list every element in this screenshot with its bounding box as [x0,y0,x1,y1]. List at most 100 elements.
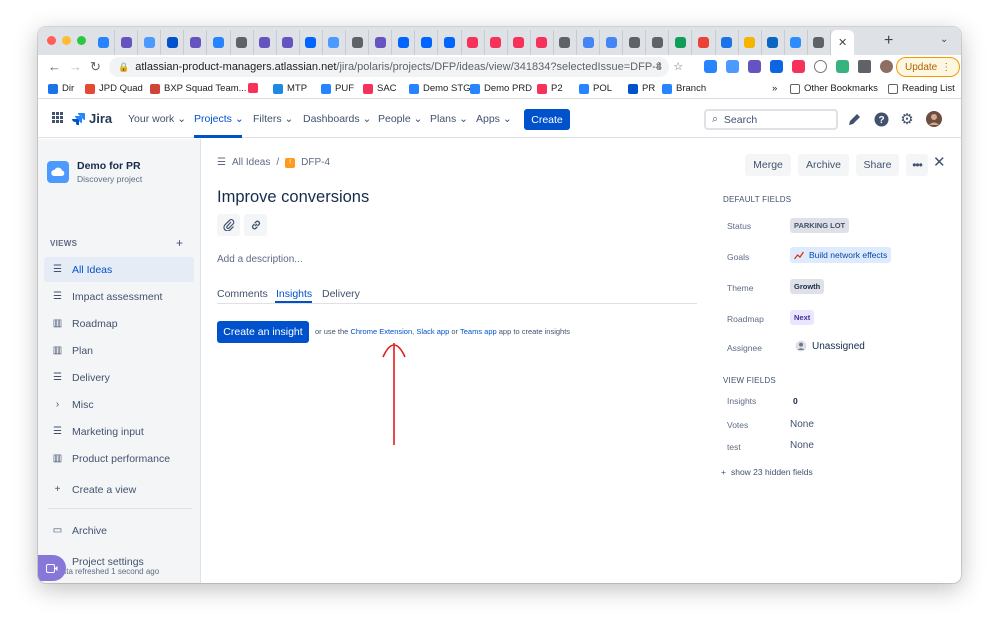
share-button[interactable]: Share [856,154,899,176]
browser-tab[interactable] [577,30,601,55]
bookmark-item[interactable]: JPD Quad [85,83,143,94]
browser-tab[interactable] [669,30,693,55]
help-icon[interactable]: ? [873,111,889,127]
browser-tab[interactable] [184,30,208,55]
other-bookmarks[interactable]: Other Bookmarks [790,83,878,94]
update-button[interactable]: Update ⋮ [896,57,961,77]
browser-tab[interactable] [808,30,831,55]
tab-comments[interactable]: Comments [217,288,268,300]
profile-avatar-icon[interactable] [880,60,893,73]
sidebar-item-roadmap[interactable]: ▥ Roadmap [44,311,194,336]
browser-tab[interactable] [600,30,624,55]
bookmark-item[interactable]: BXP Squad Team... [150,83,247,94]
bookmarks-overflow[interactable]: » [772,83,777,94]
merge-button[interactable]: Merge [745,154,791,176]
nav-dashboards[interactable]: Dashboards ⌄ [303,113,371,125]
sidebar-item-plan[interactable]: ▥ Plan [44,338,194,363]
browser-tab[interactable] [438,30,462,55]
bookmark-item[interactable]: SAC [363,83,397,94]
bookmark-item[interactable]: MTP [273,83,307,94]
browser-tab[interactable] [785,30,808,55]
app-switcher-icon[interactable] [52,112,63,123]
attachment-icon[interactable] [217,214,240,236]
votes-value[interactable]: None [790,419,814,430]
bookmark-star-icon[interactable]: ☆ [673,60,683,73]
nav-your-work[interactable]: Your work ⌄ [128,113,186,125]
assignee-value[interactable]: Unassigned [795,340,865,352]
sidebar-item-all-ideas[interactable]: ☰ All Ideas [44,257,194,282]
roadmap-value[interactable]: Next [790,310,815,325]
bookmark-item[interactable]: Demo STG [409,83,471,94]
link-icon[interactable] [244,214,267,236]
address-bar[interactable]: 🔒 atlassian-product-managers.atlassian.n… [109,57,669,77]
browser-tab[interactable] [138,30,162,55]
bookmark-item[interactable]: Dir [48,83,74,94]
slack-app-link[interactable]: Slack app [416,327,449,336]
create-button[interactable]: Create [524,109,570,130]
puzzle-icon[interactable] [858,60,871,73]
browser-tab[interactable] [254,30,277,55]
reading-list[interactable]: Reading List [888,83,955,94]
browser-tab[interactable] [369,30,393,55]
create-insight-button[interactable]: Create an insight [217,321,309,343]
tab-insights[interactable]: Insights [276,288,312,300]
browser-tab[interactable] [207,30,231,55]
search-input[interactable]: ⌕ Search [704,109,838,130]
user-avatar[interactable] [926,111,942,127]
close-icon[interactable]: ✕ [933,153,946,171]
browser-tab[interactable] [554,30,577,55]
goals-value[interactable]: Build network effects [790,247,892,263]
video-record-button[interactable] [38,555,66,581]
jira-logo[interactable]: Jira [72,111,112,126]
chrome-extension-link[interactable]: Chrome Extension [350,327,412,336]
test-value[interactable]: None [790,440,814,451]
nav-projects[interactable]: Projects ⌄ [194,113,244,125]
add-view-plus-icon[interactable]: + [176,236,183,250]
issue-title[interactable]: Improve conversions [217,188,369,207]
share-page-icon[interactable]: ⇪ [654,60,663,73]
close-window-button[interactable] [47,36,56,45]
browser-tab[interactable] [531,30,554,55]
tab-delivery[interactable]: Delivery [322,288,360,300]
browser-tab[interactable] [277,30,300,55]
bookmark-item[interactable] [248,83,262,93]
back-icon[interactable]: ← [48,59,61,74]
browser-tab-active[interactable]: ✕ [831,30,855,55]
extension-icon[interactable] [814,60,827,73]
browser-tab[interactable] [716,30,739,55]
browser-tab[interactable] [300,30,323,55]
sidebar-item-create-view[interactable]: + Create a view [44,477,194,502]
browser-tab[interactable] [623,30,647,55]
maximize-window-button[interactable] [77,36,86,45]
extension-icon[interactable] [792,60,805,73]
minimize-window-button[interactable] [62,36,71,45]
settings-gear-icon[interactable]: ⚙ [899,111,915,128]
more-actions-icon[interactable]: ••• [906,154,928,176]
extension-icon[interactable] [770,60,783,73]
project-avatar-icon[interactable] [47,161,69,183]
nav-apps[interactable]: Apps ⌄ [476,113,512,125]
bookmark-item[interactable]: PR [628,83,655,94]
bookmark-item[interactable]: Branch [662,83,706,94]
extension-icon[interactable] [726,60,739,73]
breadcrumb-issue-key[interactable]: DFP-4 [301,157,330,168]
archive-button[interactable]: Archive [798,154,849,176]
new-tab-button[interactable]: + [884,32,893,50]
browser-tab[interactable] [692,30,716,55]
theme-value[interactable]: Growth [790,279,825,294]
browser-tab[interactable] [462,30,485,55]
browser-tab[interactable] [161,30,185,55]
sidebar-item-misc[interactable]: › Misc [44,392,194,417]
extension-icon[interactable] [748,60,761,73]
status-value[interactable]: PARKING LOT [790,218,850,233]
show-hidden-fields-button[interactable]: + show 23 hidden fields [721,467,813,477]
teams-app-link[interactable]: Teams app [460,327,497,336]
extension-icon[interactable] [704,60,717,73]
sidebar-item-impact-assessment[interactable]: ☰ Impact assessment [44,284,194,309]
browser-tab[interactable] [323,30,347,55]
close-tab-icon[interactable]: ✕ [838,36,847,49]
description-field[interactable]: Add a description... [217,254,303,265]
breadcrumb-all-ideas[interactable]: All Ideas [232,157,270,168]
sidebar-item-product-performance[interactable]: ▥ Product performance [44,446,194,471]
nav-filters[interactable]: Filters ⌄ [253,113,293,125]
